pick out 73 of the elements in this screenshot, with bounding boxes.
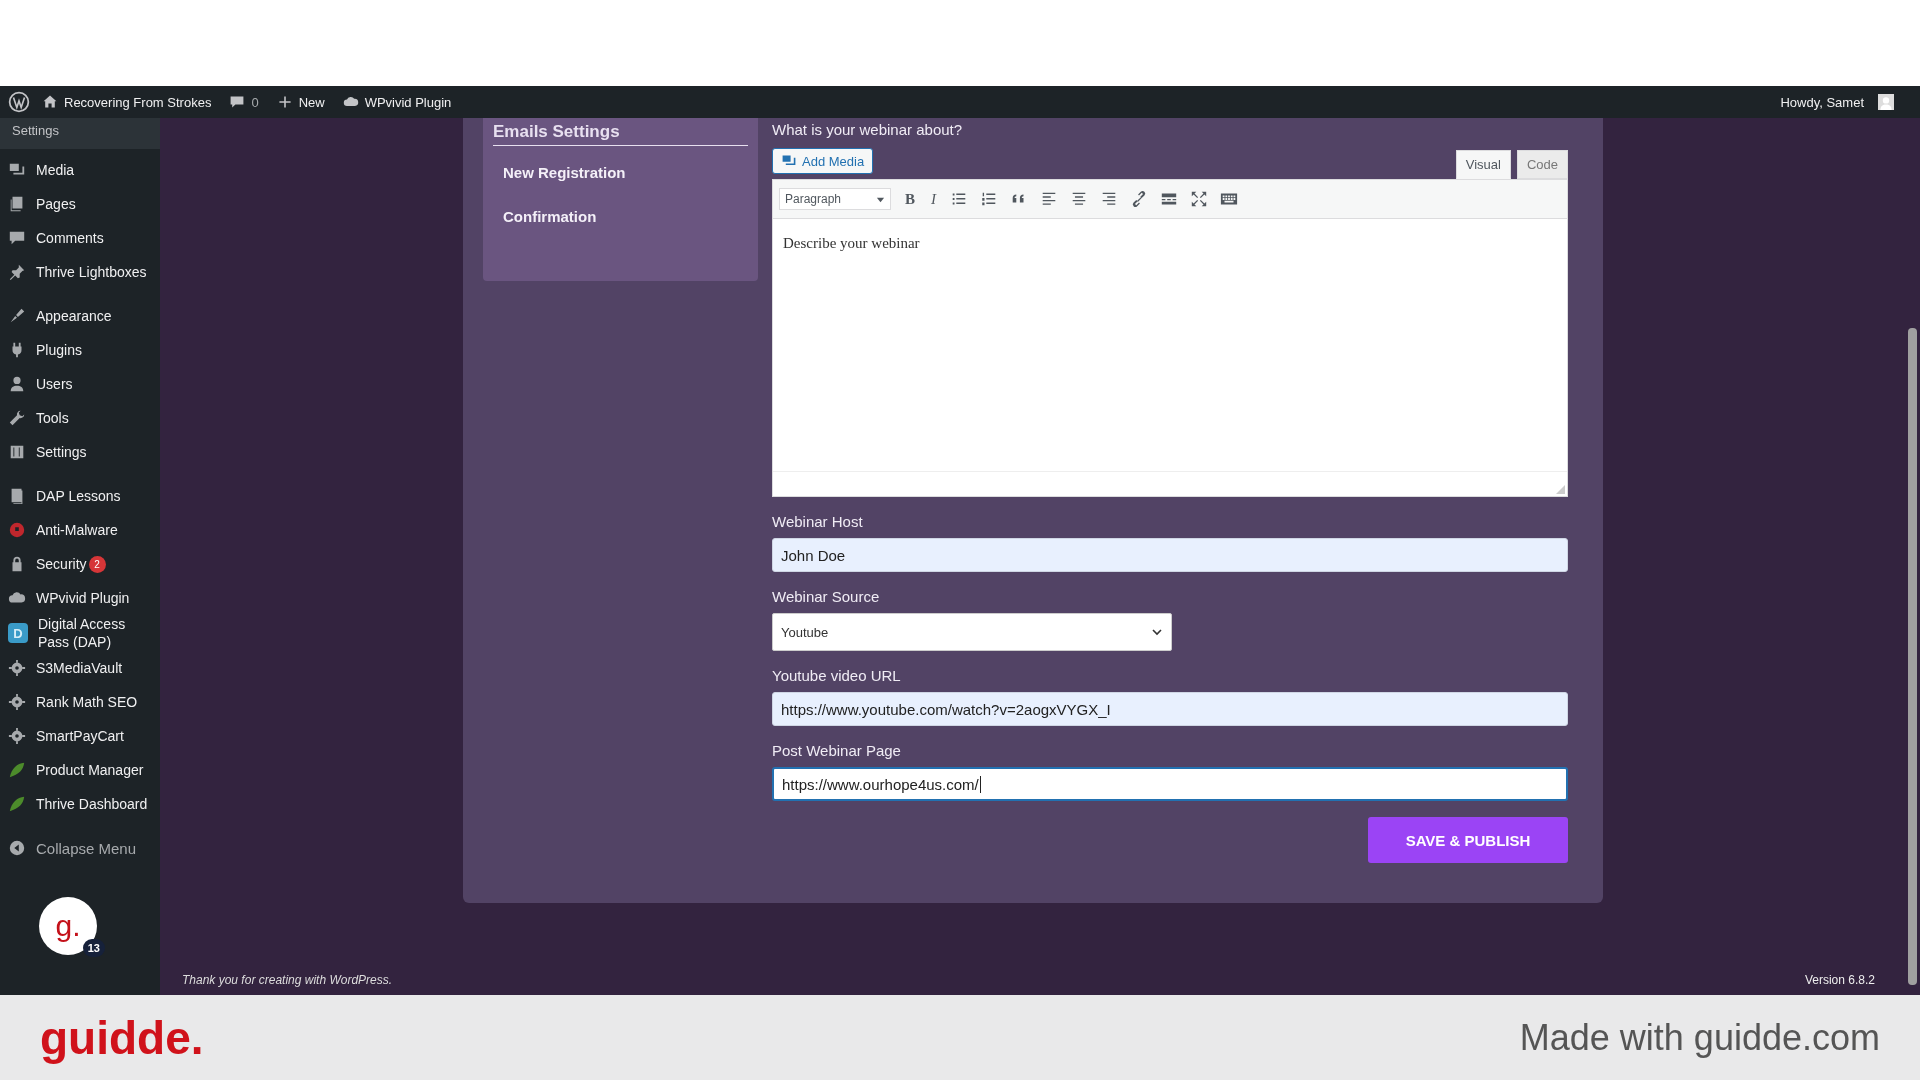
- align-right-icon[interactable]: [1100, 190, 1118, 208]
- fullscreen-icon[interactable]: [1190, 190, 1208, 208]
- footer-text: Thank you for creating with WordPress.: [182, 973, 393, 987]
- brand-logo: guidde.: [40, 1010, 204, 1065]
- editor-tab[interactable]: Code: [1516, 150, 1568, 179]
- plus-icon: [276, 94, 293, 110]
- leaf-icon: [8, 795, 26, 813]
- format-dropdown[interactable]: Paragraph: [779, 188, 891, 210]
- field-label: Webinar Source: [772, 588, 881, 605]
- field-label: What is your webinar about?: [772, 121, 964, 138]
- field-label: Post Webinar Page: [772, 742, 902, 759]
- section-title: Emails Settings: [493, 118, 748, 146]
- menu-item[interactable]: Rank Math SEO: [0, 685, 160, 719]
- menu-item[interactable]: Media: [0, 153, 160, 187]
- avatar-icon: [1878, 94, 1894, 110]
- version-text: Version 6.8.2: [1804, 973, 1875, 987]
- input-field[interactable]: https://www.ourhope4us.com/: [772, 767, 1568, 801]
- brush-icon: [8, 307, 26, 325]
- input-field[interactable]: https://www.youtube.com/watch?v=2aogxVYGX_I: [772, 692, 1568, 726]
- align-left-icon[interactable]: [1040, 190, 1058, 208]
- menu-item[interactable]: Comments: [0, 221, 160, 255]
- submenu-title: Settings: [0, 118, 160, 149]
- user-icon: [8, 375, 26, 393]
- email-settings-link[interactable]: Confirmation: [493, 208, 748, 225]
- input-field[interactable]: John Doe: [772, 538, 1568, 572]
- menu-item[interactable]: Settings: [0, 435, 160, 469]
- save-publish-button[interactable]: SAVE & PUBLISH: [1368, 817, 1568, 863]
- editor-content[interactable]: Describe your webinar: [773, 219, 1567, 471]
- align-center-icon[interactable]: [1070, 190, 1088, 208]
- chevron-down-icon: [1151, 626, 1163, 638]
- menu-item[interactable]: Pages: [0, 187, 160, 221]
- menu-item[interactable]: Tools: [0, 401, 160, 435]
- italic-button[interactable]: I: [929, 190, 938, 208]
- menu-item[interactable]: Thrive Dashboard: [0, 787, 160, 821]
- speech-bubble-icon: [229, 94, 246, 110]
- link-icon[interactable]: [1130, 190, 1148, 208]
- source-dropdown[interactable]: Youtube: [772, 613, 1172, 651]
- pin-icon: [8, 263, 26, 281]
- menu-item[interactable]: Appearance: [0, 299, 160, 333]
- add-media-button[interactable]: Add Media: [772, 148, 874, 174]
- count-badge: 13: [82, 939, 105, 957]
- menu-item[interactable]: Users: [0, 367, 160, 401]
- menu-item[interactable]: D Digital Access Pass (DAP): [0, 615, 160, 651]
- menu-item[interactable]: Thrive Lightboxes: [0, 255, 160, 289]
- menu-item[interactable]: Plugins: [0, 333, 160, 367]
- menu-item[interactable]: S3MediaVault: [0, 651, 160, 685]
- menu-item[interactable]: Anti-Malware: [0, 513, 160, 547]
- account-link[interactable]: Howdy, Samet: [1780, 94, 1894, 110]
- menu-item[interactable]: Security 2: [0, 547, 160, 581]
- resize-handle-icon[interactable]: [1556, 485, 1565, 494]
- menu-item[interactable]: Product Manager: [0, 753, 160, 787]
- notification-badge: 2: [88, 555, 106, 573]
- brand-tagline: Made with guidde.com: [1519, 1016, 1880, 1059]
- wordpress-logo-icon[interactable]: [8, 91, 30, 113]
- field-label: Youtube video URL: [772, 667, 902, 684]
- collapse-icon: [8, 839, 26, 857]
- numbered-list-icon[interactable]: [980, 190, 998, 208]
- email-settings-link[interactable]: New Registration: [493, 164, 748, 181]
- leaf-icon: [8, 761, 26, 779]
- field-label: Webinar Host: [772, 513, 864, 530]
- editor-tab[interactable]: Visual: [1455, 150, 1511, 179]
- letter-logo-icon: D: [8, 623, 28, 643]
- plugin-link[interactable]: WPvivid Plugin: [342, 94, 452, 110]
- menu-item[interactable]: SmartPayCart: [0, 719, 160, 753]
- site-name-link[interactable]: Recovering From Strokes: [42, 94, 212, 110]
- collapse-menu-button[interactable]: Collapse Menu: [0, 831, 160, 865]
- home-icon: [42, 94, 58, 110]
- comments-link[interactable]: 0: [229, 94, 259, 110]
- menu-item[interactable]: DAP Lessons: [0, 479, 160, 513]
- menu-item[interactable]: WPvivid Plugin: [0, 581, 160, 615]
- wrench-icon: [8, 409, 26, 427]
- bold-button[interactable]: B: [903, 190, 917, 208]
- new-link[interactable]: New: [276, 94, 325, 110]
